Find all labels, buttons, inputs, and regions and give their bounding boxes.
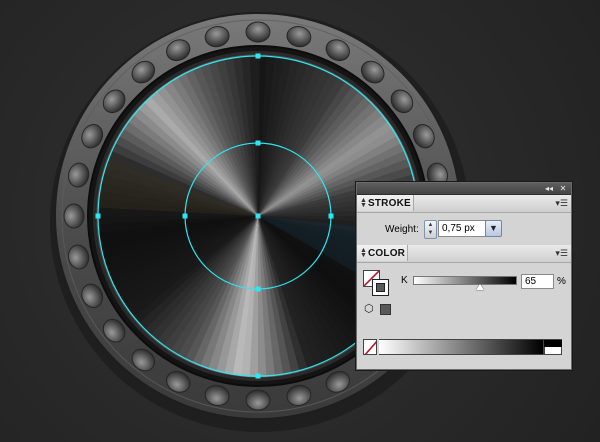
bezel-dimple bbox=[245, 389, 271, 411]
k-value-input[interactable]: 65 bbox=[521, 274, 554, 289]
none-swatch-icon bbox=[364, 341, 376, 354]
anchor-point bbox=[182, 213, 188, 219]
anchor-point bbox=[255, 373, 261, 379]
collapse-arrows-icon[interactable]: ▲ ▼ bbox=[360, 197, 367, 209]
bezel-dimple bbox=[245, 21, 271, 43]
stroke-swatch[interactable] bbox=[372, 279, 389, 296]
panel-title-bar[interactable]: ◂◂ ✕ bbox=[357, 183, 571, 195]
stroke-panel-title: STROKE bbox=[368, 198, 411, 209]
k-unit-label: % bbox=[557, 276, 566, 287]
anchor-point bbox=[255, 140, 261, 146]
anchor-point bbox=[255, 286, 261, 292]
color-spectrum-ramp[interactable] bbox=[379, 339, 544, 355]
color-panel-title: COLOR bbox=[368, 248, 406, 259]
dropdown-arrow-icon[interactable]: ▼ bbox=[485, 220, 502, 237]
bezel-dimple bbox=[63, 203, 85, 229]
anchor-point bbox=[328, 213, 334, 219]
weight-input[interactable]: 0,75 px bbox=[438, 220, 486, 237]
weight-label: Weight: bbox=[385, 224, 419, 235]
collapse-arrows-icon[interactable]: ▲ ▼ bbox=[360, 247, 367, 259]
floating-panel: ◂◂ ✕ ▲ ▼ STROKE ▾☰ Weight: ▲ ▼ 0,75 px ▼ ▲… bbox=[356, 182, 572, 370]
anchor-point bbox=[95, 213, 101, 219]
white-swatch[interactable] bbox=[544, 347, 562, 355]
k-channel-label: K bbox=[401, 275, 408, 286]
panel-menu-icon[interactable]: ▾☰ bbox=[555, 198, 568, 208]
panel-menu-icon[interactable]: ▾☰ bbox=[555, 248, 568, 258]
k-slider-track[interactable] bbox=[413, 276, 517, 285]
anchor-point bbox=[255, 53, 261, 59]
color-panel-header[interactable]: ▲ ▼ COLOR ▾☰ bbox=[357, 245, 571, 263]
close-icon[interactable]: ✕ bbox=[557, 184, 569, 193]
k-slider-thumb[interactable] bbox=[476, 284, 485, 290]
center-point bbox=[255, 213, 261, 219]
web-safe-swatch[interactable] bbox=[380, 304, 391, 315]
double-arrow-icon[interactable]: ◂◂ bbox=[543, 184, 555, 193]
out-of-gamut-cube-icon[interactable]: ⬡ bbox=[364, 304, 374, 315]
stroke-panel-header[interactable]: ▲ ▼ STROKE ▾☰ bbox=[357, 195, 571, 213]
none-color-button[interactable] bbox=[363, 339, 377, 355]
stepper-icon[interactable]: ▲ ▼ bbox=[424, 220, 437, 239]
